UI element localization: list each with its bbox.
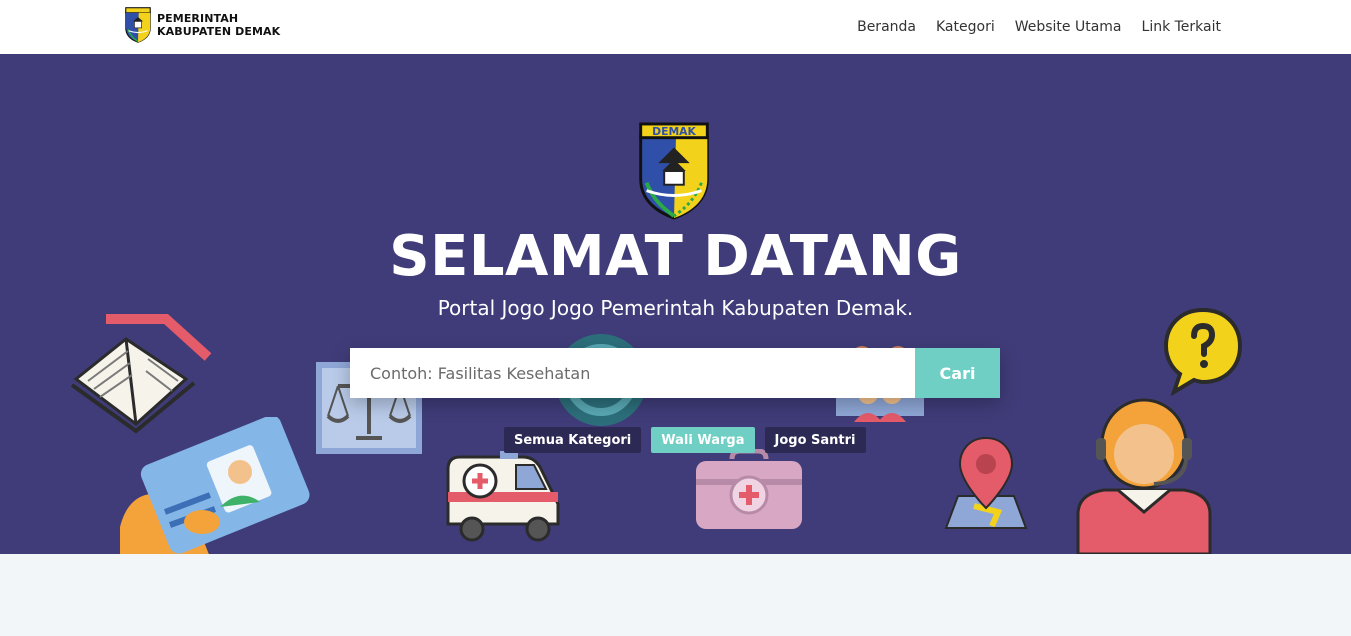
customer-service-icon xyxy=(1076,398,1212,554)
brand-line-1: PEMERINTAH xyxy=(157,12,239,25)
hero-title: SELAMAT DATANG xyxy=(389,224,962,289)
id-card-icon xyxy=(120,417,310,554)
main-nav: Beranda Kategori Website Utama Link Terk… xyxy=(857,0,1221,54)
chip-jogo-santri[interactable]: Jogo Santri xyxy=(764,427,866,453)
chip-semua-kategori[interactable]: Semua Kategori xyxy=(504,427,642,453)
search-button[interactable]: Cari xyxy=(915,348,1000,398)
content-area xyxy=(0,554,1351,636)
ambulance-icon xyxy=(446,451,560,542)
brand-logo-link[interactable]: PEMERINTAH KABUPATEN DEMAK xyxy=(124,6,280,44)
brand-text: PEMERINTAH KABUPATEN DEMAK xyxy=(157,12,280,38)
demak-crest-emblem: DEMAK xyxy=(639,122,709,220)
nav-link-kategori[interactable]: Kategori xyxy=(936,19,995,35)
chip-wali-warga[interactable]: Wali Warga xyxy=(651,427,755,453)
demak-crest-icon xyxy=(125,7,151,43)
hero-subtitle: Portal Jogo Jogo Pemerintah Kabupaten De… xyxy=(437,296,914,320)
hero-section: DEMAK SELAMAT DATANG Portal Jogo Jogo Pe… xyxy=(0,54,1351,554)
map-pin-icon xyxy=(944,436,1028,529)
search-form: Cari xyxy=(350,348,1000,398)
brand-line-2: KABUPATEN DEMAK xyxy=(157,25,281,38)
nav-link-website-utama[interactable]: Website Utama xyxy=(1015,19,1122,35)
nav-link-beranda[interactable]: Beranda xyxy=(857,19,916,35)
search-input[interactable] xyxy=(350,348,915,398)
nav-link-link-terkait[interactable]: Link Terkait xyxy=(1142,19,1221,35)
medical-kit-icon xyxy=(696,449,802,529)
crest-text: DEMAK xyxy=(652,125,696,138)
category-chips: Semua Kategori Wali Warga Jogo Santri xyxy=(504,427,866,453)
top-navbar: PEMERINTAH KABUPATEN DEMAK Beranda Kateg… xyxy=(0,0,1351,54)
